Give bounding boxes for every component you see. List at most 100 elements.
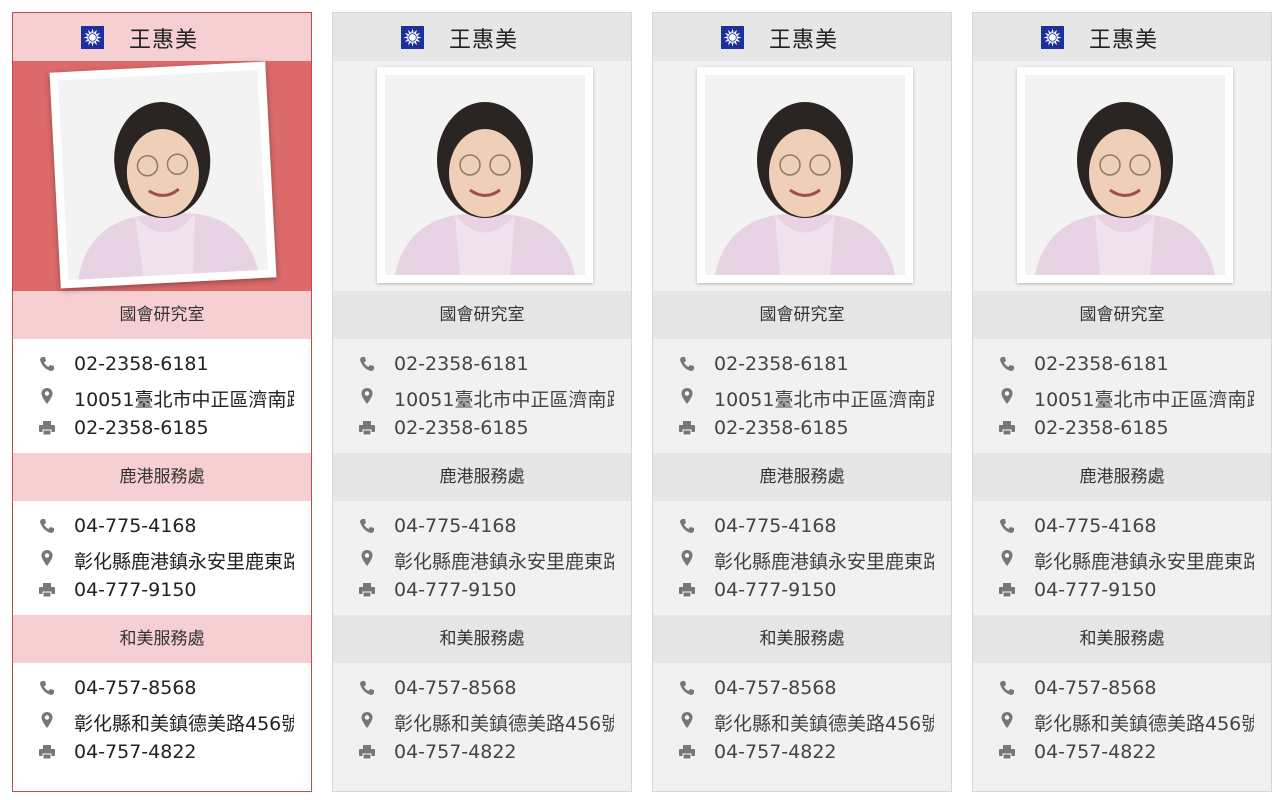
map-pin-icon [679,388,695,404]
legislator-name: 王惠美 [449,28,519,53]
fax-number: 04-777-9150 [74,579,197,601]
fax-icon [999,744,1015,760]
address-text: 10051臺北市中正區濟南路1 [1034,389,1254,411]
address-row[interactable]: 10051臺北市中正區濟南路1 [333,381,631,413]
office-title: 鹿港服務處 [333,453,631,501]
phone-row[interactable]: 02-2358-6181 [973,349,1271,381]
fax-number: 04-777-9150 [1034,579,1157,601]
legislator-card[interactable]: 王惠美 國會研究室 02-2358-6181 10051臺北市中正區濟南路1 0… [972,12,1272,792]
phone-row[interactable]: 04-775-4168 [333,511,631,543]
office-details: 04-757-8568 彰化縣和美鎮德美路456號 04-757-4822 [13,663,311,777]
phone-row[interactable]: 04-775-4168 [13,511,311,543]
address-row[interactable]: 彰化縣和美鎮德美路456號 [973,705,1271,737]
office-section: 和美服務處 04-757-8568 彰化縣和美鎮德美路456號 04-757-4… [973,615,1271,777]
fax-icon [679,582,695,598]
fax-row[interactable]: 02-2358-6185 [333,413,631,445]
office-title: 國會研究室 [973,291,1271,339]
map-pin-icon [999,712,1015,728]
phone-row[interactable]: 04-775-4168 [653,511,951,543]
phone-icon [39,356,55,372]
phone-row[interactable]: 02-2358-6181 [13,349,311,381]
phone-row[interactable]: 04-757-8568 [653,673,951,705]
office-details: 04-775-4168 彰化縣鹿港鎮永安里鹿東路5 04-777-9150 [13,501,311,615]
address-row[interactable]: 彰化縣鹿港鎮永安里鹿東路5 [333,543,631,575]
fax-row[interactable]: 04-777-9150 [333,575,631,607]
address-row[interactable]: 彰化縣和美鎮德美路456號 [13,705,311,737]
office-details: 04-757-8568 彰化縣和美鎮德美路456號 04-757-4822 [973,663,1271,777]
fax-icon [359,744,375,760]
office-title: 鹿港服務處 [653,453,951,501]
office-details: 04-775-4168 彰化縣鹿港鎮永安里鹿東路5 04-777-9150 [973,501,1271,615]
address-row[interactable]: 10051臺北市中正區濟南路1 [653,381,951,413]
fax-row[interactable]: 04-757-4822 [13,737,311,769]
fax-row[interactable]: 02-2358-6185 [973,413,1271,445]
fax-icon [39,420,55,436]
office-title: 國會研究室 [13,291,311,339]
office-details: 02-2358-6181 10051臺北市中正區濟南路1 02-2358-618… [13,339,311,453]
fax-number: 02-2358-6185 [394,417,529,439]
address-text: 10051臺北市中正區濟南路1 [714,389,934,411]
address-row[interactable]: 彰化縣鹿港鎮永安里鹿東路5 [653,543,951,575]
kmt-flag-icon [721,26,744,49]
phone-number: 04-757-8568 [1034,677,1157,699]
address-text: 彰化縣和美鎮德美路456號 [714,713,934,735]
address-row[interactable]: 彰化縣鹿港鎮永安里鹿東路5 [973,543,1271,575]
phone-number: 04-757-8568 [394,677,517,699]
phone-row[interactable]: 04-775-4168 [973,511,1271,543]
map-pin-icon [359,712,375,728]
address-text: 彰化縣和美鎮德美路456號 [74,713,294,735]
card-header: 王惠美 [13,13,311,61]
map-pin-icon [999,550,1015,566]
address-text: 彰化縣和美鎮德美路456號 [394,713,614,735]
legislator-card[interactable]: 王惠美 國會研究室 02-2358-6181 10051臺北市中正區濟南路1 0… [12,12,312,792]
office-title: 鹿港服務處 [13,453,311,501]
office-section: 和美服務處 04-757-8568 彰化縣和美鎮德美路456號 04-757-4… [13,615,311,777]
office-section: 和美服務處 04-757-8568 彰化縣和美鎮德美路456號 04-757-4… [333,615,631,777]
phone-row[interactable]: 04-757-8568 [13,673,311,705]
address-row[interactable]: 彰化縣鹿港鎮永安里鹿東路5 [13,543,311,575]
office-details: 04-757-8568 彰化縣和美鎮德美路456號 04-757-4822 [653,663,951,777]
office-details: 04-775-4168 彰化縣鹿港鎮永安里鹿東路5 04-777-9150 [653,501,951,615]
office-section: 國會研究室 02-2358-6181 10051臺北市中正區濟南路1 02-23… [13,291,311,453]
map-pin-icon [999,388,1015,404]
fax-number: 02-2358-6185 [714,417,849,439]
fax-number: 02-2358-6185 [74,417,209,439]
fax-row[interactable]: 04-757-4822 [973,737,1271,769]
phone-icon [359,518,375,534]
office-details: 02-2358-6181 10051臺北市中正區濟南路1 02-2358-618… [973,339,1271,453]
fax-row[interactable]: 02-2358-6185 [653,413,951,445]
fax-row[interactable]: 04-777-9150 [13,575,311,607]
phone-row[interactable]: 04-757-8568 [333,673,631,705]
kmt-flag-icon [401,26,424,49]
map-pin-icon [359,388,375,404]
photo-area [13,61,311,291]
phone-row[interactable]: 02-2358-6181 [333,349,631,381]
address-row[interactable]: 彰化縣和美鎮德美路456號 [333,705,631,737]
fax-row[interactable]: 04-777-9150 [973,575,1271,607]
office-title: 國會研究室 [653,291,951,339]
address-row[interactable]: 10051臺北市中正區濟南路1 [13,381,311,413]
address-row[interactable]: 彰化縣和美鎮德美路456號 [653,705,951,737]
phone-icon [359,680,375,696]
office-details: 04-757-8568 彰化縣和美鎮德美路456號 04-757-4822 [333,663,631,777]
phone-row[interactable]: 04-757-8568 [973,673,1271,705]
phone-icon [999,680,1015,696]
address-text: 彰化縣鹿港鎮永安里鹿東路5 [74,551,294,573]
fax-row[interactable]: 04-757-4822 [653,737,951,769]
kmt-flag-icon [1041,26,1064,49]
fax-number: 04-757-4822 [714,741,837,763]
photo-area [653,61,951,291]
fax-row[interactable]: 02-2358-6185 [13,413,311,445]
legislator-name: 王惠美 [1089,28,1159,53]
legislator-card[interactable]: 王惠美 國會研究室 02-2358-6181 10051臺北市中正區濟南路1 0… [332,12,632,792]
address-row[interactable]: 10051臺北市中正區濟南路1 [973,381,1271,413]
fax-row[interactable]: 04-757-4822 [333,737,631,769]
map-pin-icon [39,388,55,404]
office-title: 和美服務處 [13,615,311,663]
fax-row[interactable]: 04-777-9150 [653,575,951,607]
phone-number: 04-757-8568 [714,677,837,699]
map-pin-icon [39,712,55,728]
legislator-card[interactable]: 王惠美 國會研究室 02-2358-6181 10051臺北市中正區濟南路1 0… [652,12,952,792]
photo-area [333,61,631,291]
phone-row[interactable]: 02-2358-6181 [653,349,951,381]
